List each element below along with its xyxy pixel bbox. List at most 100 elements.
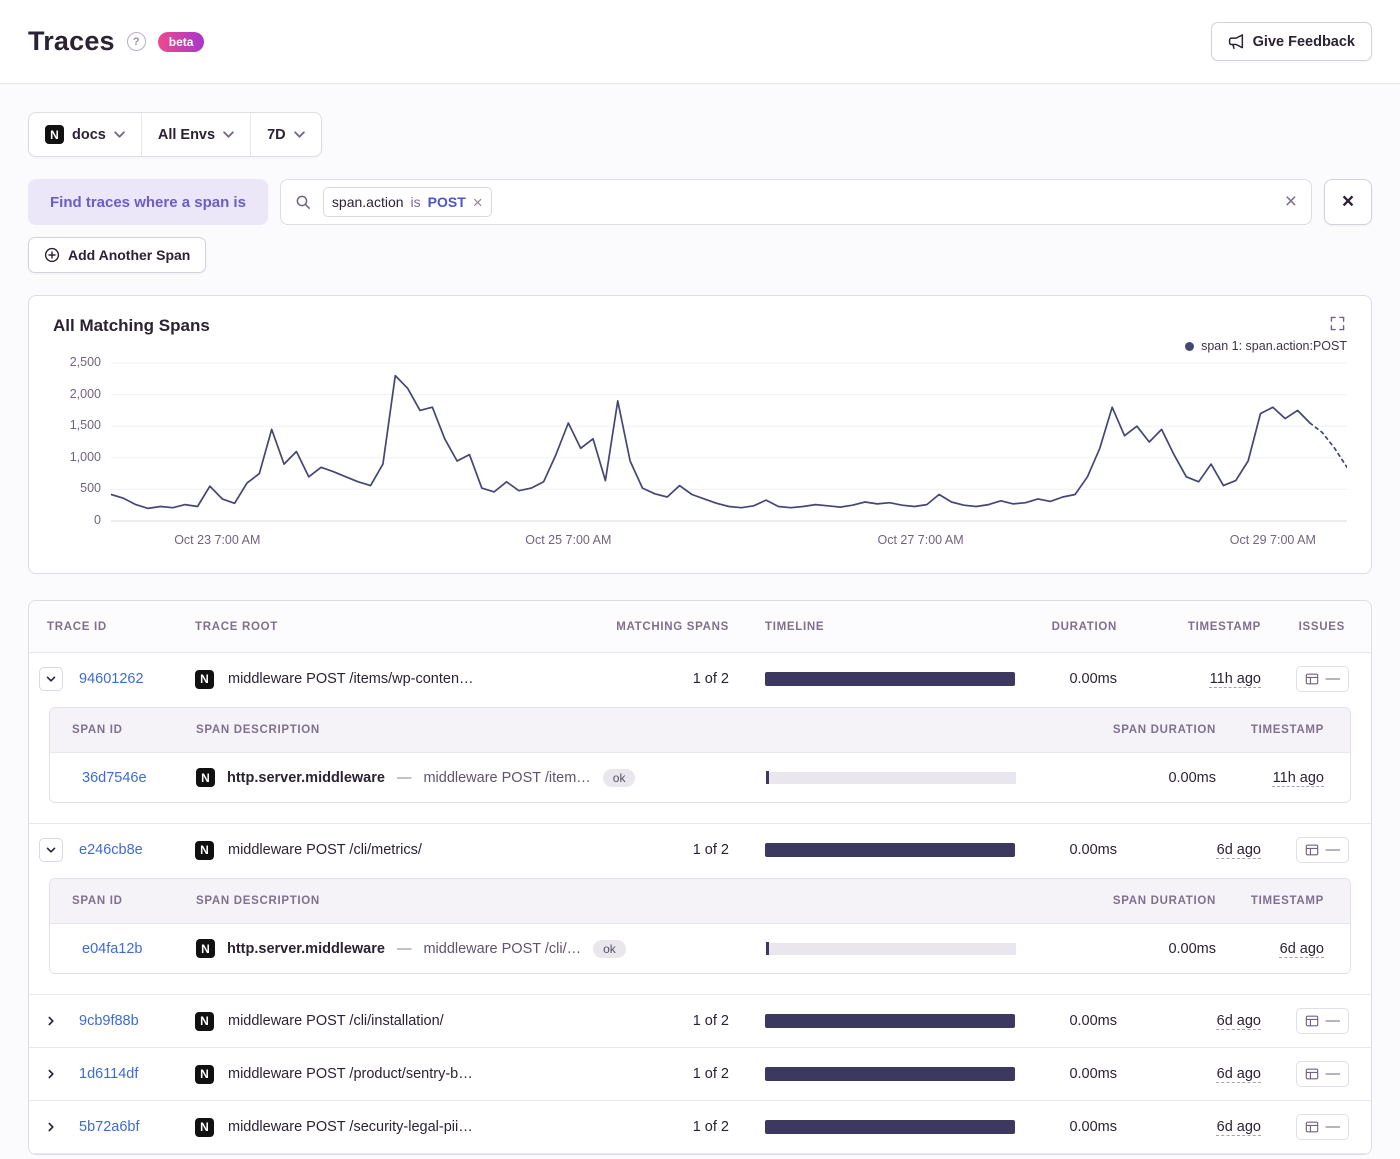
timestamp-value[interactable]: 11h ago	[1210, 671, 1261, 687]
timeline-bar	[765, 843, 1015, 857]
issues-count: —	[1325, 842, 1341, 858]
table-row[interactable]: e246cb8e N middleware POST /cli/metrics/…	[29, 824, 1371, 876]
table-row[interactable]: 5b72a6bf N middleware POST /security-leg…	[29, 1101, 1371, 1153]
x-axis: Oct 23 7:00 AM Oct 25 7:00 AM Oct 27 7:00 …	[111, 533, 1347, 559]
header-span-description: SPAN DESCRIPTION	[196, 895, 320, 907]
timestamp-value[interactable]: 6d ago	[1217, 1119, 1261, 1135]
trace-group: 94601262 N middleware POST /items/wp-con…	[29, 653, 1371, 824]
y-axis: 0 500 1,000 1,500 2,000 2,500	[53, 355, 111, 527]
span-search-input[interactable]: span.action is POST × ×	[279, 179, 1312, 225]
date-range-filter-dropdown[interactable]: 7D	[251, 113, 321, 156]
header-duration: DURATION	[1051, 620, 1117, 633]
token-remove-icon[interactable]: ×	[473, 194, 483, 211]
chevron-down-icon	[46, 847, 56, 853]
header-span-timestamp: TIMESTAMP	[1250, 724, 1324, 736]
timestamp-value[interactable]: 6d ago	[1217, 842, 1261, 858]
span-operation: http.server.middleware	[227, 940, 385, 957]
trace-root-label: middleware POST /security-legal-pii…	[228, 1119, 473, 1135]
issues-icon	[1305, 1068, 1318, 1080]
y-axis-label: 1,500	[69, 418, 101, 433]
environment-filter-label: All Envs	[157, 126, 216, 143]
fullscreen-icon[interactable]	[1328, 314, 1347, 333]
table-row[interactable]: 1d6114df N middleware POST /product/sent…	[29, 1048, 1371, 1100]
timeline-bar	[765, 1067, 1015, 1081]
add-another-span-button[interactable]: Add Another Span	[28, 237, 207, 273]
issues-chip[interactable]: —	[1295, 837, 1349, 863]
help-icon[interactable]: ?	[126, 32, 146, 51]
search-filter-token[interactable]: span.action is POST ×	[322, 187, 492, 217]
trace-id-link[interactable]: 5b72a6bf	[67, 1119, 183, 1135]
duration-value: 0.00ms	[1069, 842, 1117, 858]
issues-chip[interactable]: —	[1295, 1114, 1349, 1140]
expand-row-button[interactable]	[39, 1115, 63, 1139]
span-timeline	[766, 771, 1016, 784]
table-row[interactable]: 94601262 N middleware POST /items/wp-con…	[29, 653, 1371, 705]
project-icon: N	[196, 768, 215, 787]
timestamp-value[interactable]: 6d ago	[1217, 1013, 1261, 1029]
chart-legend: span 1: span.action:POST	[1185, 339, 1347, 353]
page-title: Traces	[28, 26, 115, 56]
project-icon: N	[45, 125, 64, 144]
issues-icon	[1305, 1015, 1318, 1027]
trace-root-label: middleware POST /items/wp-conten…	[228, 671, 474, 687]
legend-dot-icon	[1185, 341, 1195, 351]
span-row[interactable]: 36d7546e N http.server.middleware — midd…	[50, 752, 1350, 802]
token-value: POST	[427, 194, 466, 210]
collapse-row-button[interactable]	[39, 667, 63, 691]
table-row[interactable]: 9cb9f88b N middleware POST /cli/installa…	[29, 995, 1371, 1047]
project-icon: N	[195, 1064, 214, 1084]
collapse-row-button[interactable]	[39, 838, 63, 862]
traces-table: TRACE ID TRACE ROOT MATCHING SPANS TIMEL…	[28, 600, 1372, 1155]
matching-spans-count: 1 of 2	[692, 671, 729, 687]
project-icon: N	[195, 669, 214, 689]
expand-row-button[interactable]	[39, 1062, 63, 1086]
span-id-link[interactable]: 36d7546e	[72, 770, 196, 786]
clear-search-icon[interactable]: ×	[1285, 190, 1297, 214]
issues-icon	[1305, 844, 1318, 856]
chevron-right-icon	[48, 1016, 54, 1026]
header-trace-root: TRACE ROOT	[195, 620, 278, 633]
timestamp-value[interactable]: 6d ago	[1217, 1066, 1261, 1082]
feedback-label: Give Feedback	[1252, 33, 1355, 50]
issues-count: —	[1325, 671, 1341, 687]
chevron-right-icon	[48, 1069, 54, 1079]
span-header-row: SPAN ID SPAN DESCRIPTION SPAN DURATION T…	[50, 879, 1350, 923]
give-feedback-button[interactable]: Give Feedback	[1210, 22, 1372, 61]
header-span-id: SPAN ID	[72, 724, 123, 736]
project-icon: N	[195, 1117, 214, 1137]
status-badge: ok	[602, 768, 636, 787]
issues-chip[interactable]: —	[1295, 1061, 1349, 1087]
project-icon: N	[195, 1011, 214, 1031]
issues-chip[interactable]: —	[1295, 1008, 1349, 1034]
spans-line-chart: 0 500 1,000 1,500 2,000 2,500 Oct 23 7:00 AM O…	[53, 355, 1347, 559]
issues-count: —	[1325, 1013, 1341, 1029]
span-row[interactable]: e04fa12b N http.server.middleware — midd…	[50, 923, 1350, 973]
table-header-row: TRACE ID TRACE ROOT MATCHING SPANS TIMEL…	[29, 601, 1371, 653]
find-span-pill[interactable]: Find traces where a span is	[28, 179, 268, 225]
y-axis-label: 0	[94, 513, 101, 527]
trace-id-link[interactable]: 1d6114df	[67, 1066, 183, 1082]
span-id-link[interactable]: e04fa12b	[72, 941, 196, 957]
issues-chip[interactable]: —	[1295, 666, 1349, 692]
span-timestamp-value[interactable]: 6d ago	[1280, 941, 1324, 957]
header-span-timestamp: TIMESTAMP	[1250, 895, 1324, 907]
matching-spans-count: 1 of 2	[692, 1013, 729, 1029]
environment-filter-dropdown[interactable]: All Envs	[142, 113, 252, 156]
trace-id-link[interactable]: e246cb8e	[67, 842, 183, 858]
project-icon: N	[196, 939, 215, 958]
header-issues: ISSUES	[1298, 620, 1345, 633]
remove-span-filter-button[interactable]: ×	[1324, 179, 1372, 225]
project-filter-dropdown[interactable]: N docs	[29, 113, 142, 156]
span-header-row: SPAN ID SPAN DESCRIPTION SPAN DURATION T…	[50, 708, 1350, 752]
duration-value: 0.00ms	[1069, 1013, 1117, 1029]
header-matching-spans: MATCHING SPANS	[616, 620, 729, 633]
trace-root-label: middleware POST /cli/installation/	[228, 1013, 444, 1029]
issues-count: —	[1325, 1119, 1341, 1135]
header-timeline: TIMELINE	[765, 620, 825, 633]
expand-row-button[interactable]	[39, 1009, 63, 1033]
trace-group: e246cb8e N middleware POST /cli/metrics/…	[29, 824, 1371, 995]
page-filter-bar: N docs All Envs 7D	[28, 112, 322, 157]
trace-id-link[interactable]: 94601262	[67, 671, 183, 687]
trace-id-link[interactable]: 9cb9f88b	[67, 1013, 183, 1029]
span-timestamp-value[interactable]: 11h ago	[1273, 770, 1324, 786]
